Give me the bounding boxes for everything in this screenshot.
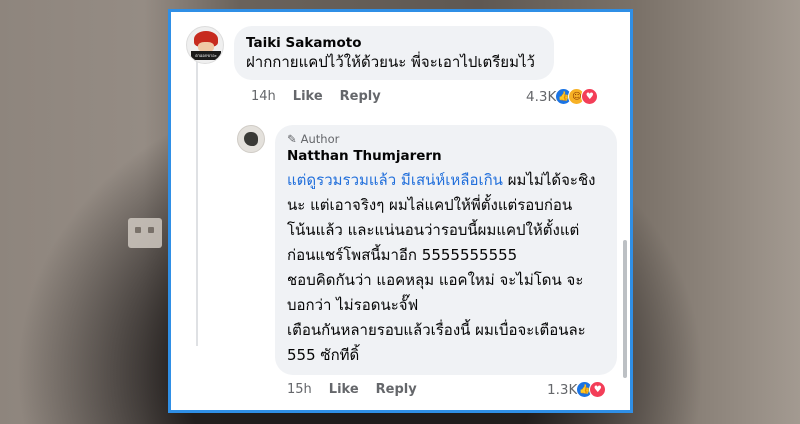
comment-taiki: ตาออกขาอะ Taiki Sakamoto ฝากกายแคปไว้ให้… [186, 26, 554, 80]
wall-switch [128, 218, 162, 248]
comment-text: แต่ดูรวมรวมแล้ว มีเสน่ห์เหลือเกิน ผมไม่ไ… [287, 168, 605, 368]
love-icon: ♥ [581, 88, 599, 105]
reaction-count: 4.3K [526, 88, 557, 105]
comment-text-line: ชอบคิดกันว่า แอคหลุม แอคใหม่ จะไม่โดน จะ [287, 271, 584, 289]
love-icon: ♥ [589, 381, 607, 398]
comment-text-line: เตือนกันหลายรอบแล้วเรื่องนี้ ผมเบื่อจะเต… [287, 321, 586, 339]
comment-thread-panel: ตาออกขาอะ Taiki Sakamoto ฝากกายแคปไว้ให้… [168, 9, 633, 413]
like-button[interactable]: Like [329, 382, 359, 397]
reply-button[interactable]: Reply [340, 89, 381, 104]
reply-button[interactable]: Reply [376, 382, 417, 397]
comment-actions: 15h Like Reply [287, 382, 434, 397]
comment-text: ฝากกายแคปไว้ให้ด้วยนะ พี่จะเอาไปเตรียมไว… [246, 53, 535, 71]
avatar[interactable] [237, 125, 265, 153]
comment-actions: 14h Like Reply [251, 89, 398, 104]
comment-text-line: ผมไม่ได้จะชิง [502, 171, 596, 189]
comment-text-line: นะ แต่เอาจริงๆ ผมไล่แคปให้พี่ตั้งแต่รอบก… [287, 196, 573, 214]
comment-time[interactable]: 14h [251, 89, 276, 104]
avatar[interactable]: ตาออกขาอะ [186, 26, 224, 64]
avatar-badge-text: ตาออกขาอะ [191, 51, 221, 60]
pencil-icon: ✎ [287, 132, 297, 146]
comment-bubble: Taiki Sakamoto ฝากกายแคปไว้ให้ด้วยนะ พี่… [234, 26, 554, 80]
comment-text-line: บอกว่า ไม่รอดนะจั๊ฟ [287, 296, 419, 314]
author-tag-label: Author [300, 132, 340, 146]
reply-thread-line [196, 56, 198, 346]
comment-natthan: ✎ Author Natthan Thumjarern แต่ดูรวมรวมแ… [237, 125, 617, 375]
author-tag: ✎ Author [287, 132, 605, 146]
comment-text-line: ก่อนแชร์โพสนี้มาอีก 5555555555 [287, 246, 518, 264]
comment-time[interactable]: 15h [287, 382, 312, 397]
comment-text-link[interactable]: แต่ดูรวมรวมแล้ว มีเสน่ห์เหลือเกิน [287, 171, 503, 189]
scrollbar[interactable] [623, 240, 627, 378]
avatar-bird-shape [244, 132, 258, 146]
comment-author-name[interactable]: Natthan Thumjarern [287, 148, 605, 164]
like-button[interactable]: Like [293, 89, 323, 104]
comment-text-line: โน้นแล้ว และแน่นอนว่ารอบนี้ผมแคปให้ตั้งแ… [287, 221, 580, 239]
comment-text-line: 555 ซักทีดิ้ [287, 346, 360, 364]
comment-author-name[interactable]: Taiki Sakamoto [246, 35, 542, 51]
reaction-summary[interactable]: 1.3K 👍 ♥ [547, 381, 607, 398]
reaction-summary[interactable]: 4.3K 👍 ☺ ♥ [526, 88, 599, 105]
comment-bubble: ✎ Author Natthan Thumjarern แต่ดูรวมรวมแ… [275, 125, 617, 375]
reaction-count: 1.3K [547, 381, 578, 398]
